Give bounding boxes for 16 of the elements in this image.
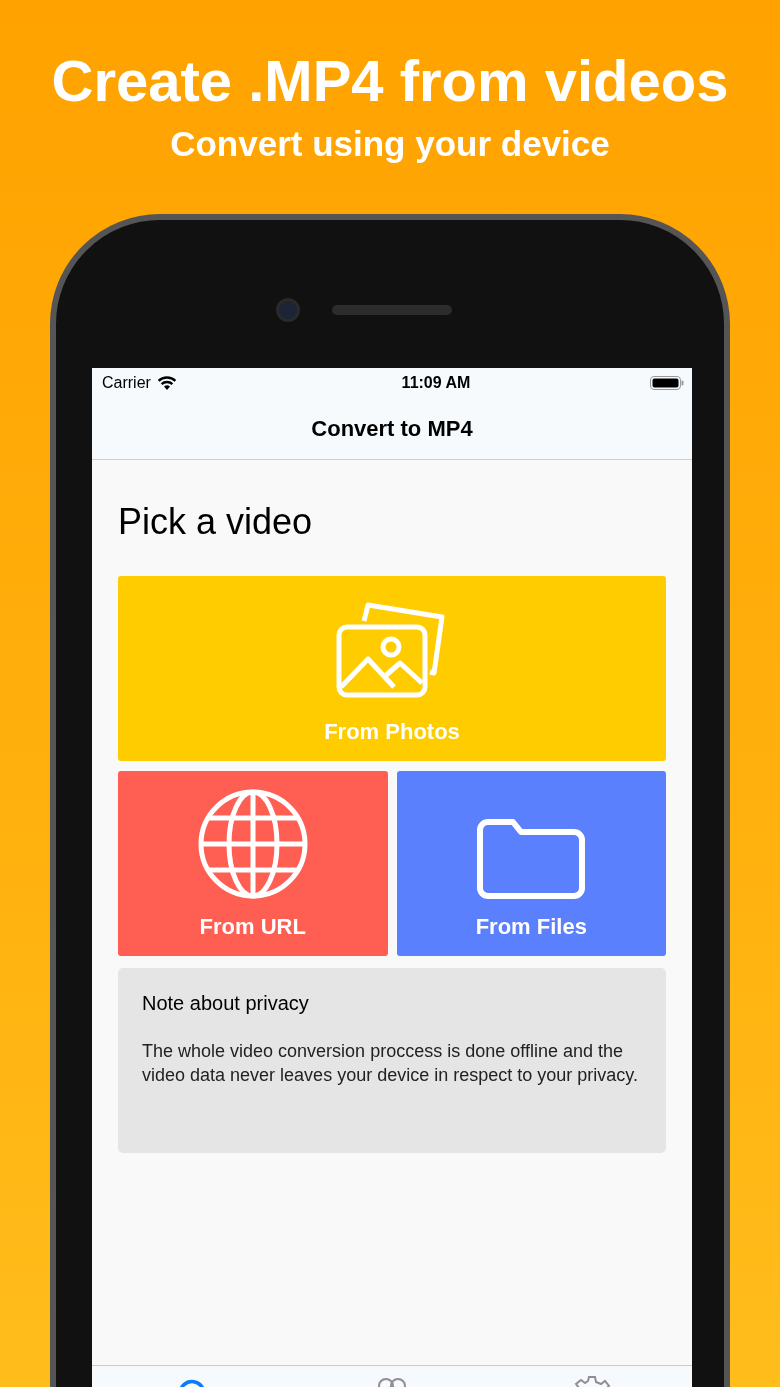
carrier-label: Carrier: [102, 374, 151, 392]
note-title: Note about privacy: [142, 992, 310, 1015]
folder-icon: [475, 818, 588, 900]
source-tile[interactable]: From Photos: [118, 576, 666, 761]
headline: Create .MP4 from videos: [51, 48, 729, 114]
source-tile[interactable]: From URL: [118, 771, 388, 956]
globe-icon: [196, 788, 309, 900]
section-heading: Pick a video: [118, 500, 314, 544]
camera-icon: [276, 298, 300, 322]
source-tile[interactable]: From Files: [396, 771, 666, 956]
wifi-icon: [156, 376, 177, 390]
nav-title: Convert to MP4: [311, 415, 473, 442]
clock-time: 11:09 AM: [401, 374, 471, 392]
battery-icon: [650, 376, 684, 390]
subheadline: Convert using your device: [170, 124, 610, 164]
note-text: The whole video conversion proccess is done offline and the video data never leaves your device in respect to your privacy.: [142, 1040, 639, 1087]
